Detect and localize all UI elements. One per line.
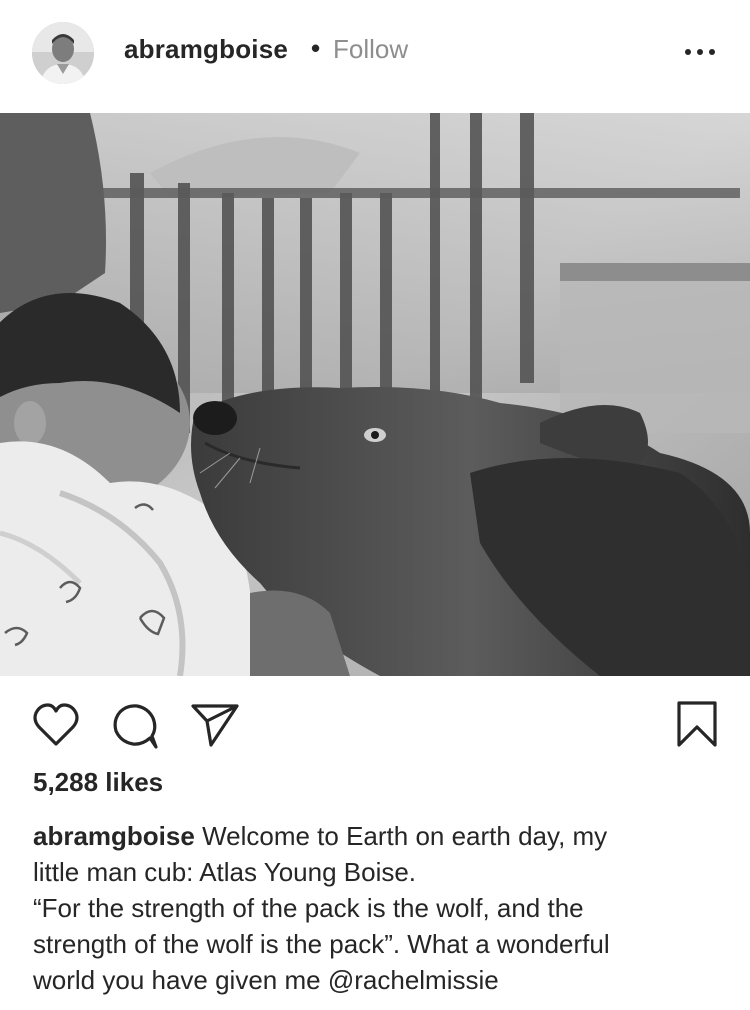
- mention-link[interactable]: @rachelmissie: [328, 965, 499, 995]
- caption-line-2: little man cub: Atlas Young Boise.: [33, 857, 417, 887]
- comment-icon[interactable]: [112, 702, 160, 750]
- post-header: abramgboise • Follow: [0, 0, 750, 112]
- post-username[interactable]: abramgboise: [124, 34, 288, 65]
- send-icon[interactable]: [190, 702, 240, 748]
- post-caption: abramgboise Welcome to Earth on earth da…: [33, 818, 723, 998]
- avatar-image: [32, 22, 94, 84]
- caption-line-1: abramgboise Welcome to Earth on earth da…: [33, 818, 723, 854]
- bookmark-icon[interactable]: [676, 700, 718, 748]
- more-options-icon[interactable]: [682, 34, 718, 70]
- avatar[interactable]: [32, 22, 94, 84]
- separator-dot: •: [311, 33, 321, 63]
- post-photo[interactable]: [0, 113, 750, 676]
- heart-icon[interactable]: [32, 702, 80, 748]
- follow-button[interactable]: Follow: [333, 34, 408, 65]
- caption-quote-1: “For the strength of the pack is the wol…: [33, 893, 584, 923]
- caption-text-1: Welcome to Earth on earth day, my: [202, 821, 608, 851]
- caption-quote-2: strength of the wolf is the pack”. What …: [33, 929, 610, 959]
- caption-quote-3-text: world you have given me: [33, 965, 321, 995]
- caption-username[interactable]: abramgboise: [33, 821, 195, 851]
- caption-quote-3: world you have given me @rachelmissie: [33, 962, 723, 998]
- likes-count[interactable]: 5,288 likes: [33, 767, 163, 798]
- photo-baby-and-dog: [0, 113, 750, 676]
